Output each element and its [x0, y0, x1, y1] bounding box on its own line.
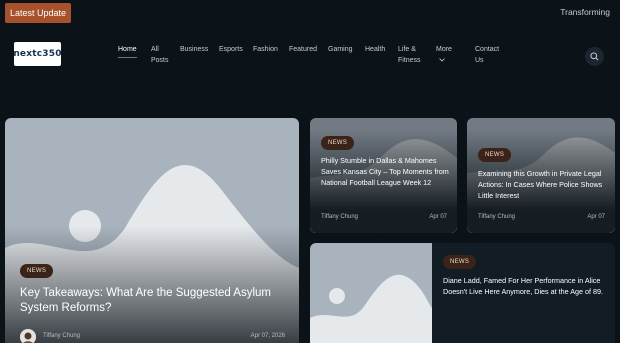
nav-active-indicator — [118, 57, 137, 58]
featured-post-title[interactable]: Key Takeaways: What Are the Suggested As… — [20, 286, 285, 316]
nav-item-label: Life & Fitness — [398, 46, 421, 64]
post-author[interactable]: Tiffany Chung — [321, 214, 358, 220]
nav-item-contact-us[interactable]: Contact Us — [475, 44, 503, 66]
ticker-bar: Latest Update Transforming — [0, 0, 620, 26]
image-placeholder-icon — [310, 243, 432, 343]
search-icon — [590, 52, 599, 61]
post-date: Apr 07 — [587, 214, 605, 220]
post-date: Apr 07 — [429, 214, 447, 220]
nav-item-health[interactable]: Health — [365, 44, 385, 55]
category-badge[interactable]: NEWS — [20, 264, 54, 278]
post-title[interactable]: Diane Ladd, Famed For Her Performance in… — [443, 276, 605, 298]
category-badge[interactable]: NEWS — [321, 136, 355, 150]
nav-item-label: Featured — [289, 46, 318, 53]
nav-item-label: Contact Us — [475, 46, 500, 64]
nav-item-label: More — [436, 46, 452, 53]
post-card-horizontal[interactable]: NEWS Diane Ladd, Famed For Her Performan… — [310, 243, 615, 343]
nav-item-business[interactable]: Business — [180, 44, 208, 55]
nav-item-featured[interactable]: Featured — [289, 44, 317, 55]
nav-item-fashion[interactable]: Fashion — [253, 44, 278, 55]
featured-date: Apr 07, 2026 — [250, 333, 285, 339]
nav-item-label: Fashion — [253, 46, 278, 53]
nav-item-life-fitness[interactable]: Life & Fitness — [398, 44, 424, 66]
category-badge[interactable]: NEWS — [443, 255, 477, 269]
nav-item-label: Business — [180, 46, 209, 53]
nav-item-label: Esports — [219, 46, 243, 53]
post-title[interactable]: Examining this Growth in Private Legal A… — [478, 169, 608, 201]
nav-item-label: All Posts — [151, 46, 169, 64]
nav-item-gaming[interactable]: Gaming — [328, 44, 353, 55]
nav-item-label: Health — [365, 46, 386, 53]
avatar-icon — [20, 329, 36, 343]
category-badge[interactable]: NEWS — [478, 148, 512, 162]
post-author[interactable]: Tiffany Chung — [478, 214, 515, 220]
site-logo[interactable]: nextc350 — [13, 42, 62, 66]
logo-text: nextc350 — [13, 49, 62, 59]
nav-item-esports[interactable]: Esports — [219, 44, 243, 55]
author-avatar[interactable] — [20, 329, 36, 343]
nav-item-all-posts[interactable]: All Posts — [151, 44, 173, 66]
nav-item-more[interactable]: More — [436, 44, 452, 66]
featured-author[interactable]: Tiffany Chung — [43, 333, 80, 339]
ticker-label: Latest Update — [5, 3, 72, 23]
nav-item-label: Home — [118, 46, 137, 53]
nav-item-home[interactable]: Home — [118, 44, 137, 58]
nav-item-label: Gaming — [328, 46, 353, 53]
ticker-headline[interactable]: Transforming — [560, 7, 610, 17]
chevron-down-icon — [439, 58, 445, 62]
search-button[interactable] — [585, 47, 604, 66]
post-title[interactable]: Philly Stumble in Dallas & Mahomes Saves… — [321, 156, 451, 188]
post-card[interactable]: NEWS Examining this Growth in Private Le… — [467, 118, 615, 233]
post-card[interactable]: NEWS Philly Stumble in Dallas & Mahomes … — [310, 118, 457, 233]
